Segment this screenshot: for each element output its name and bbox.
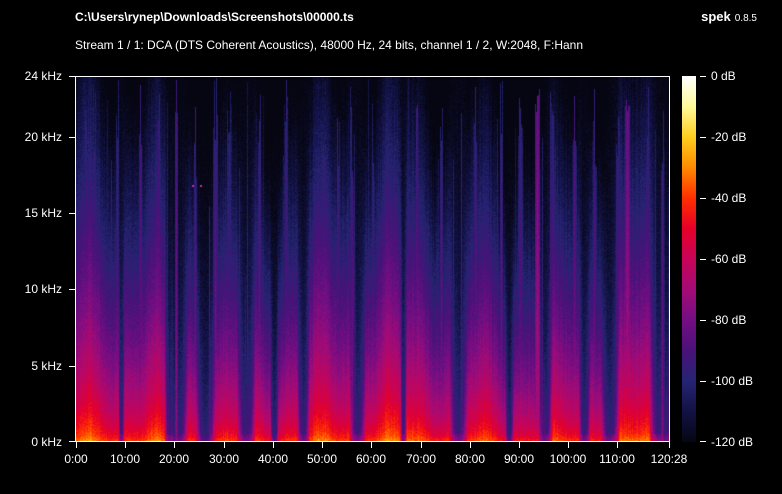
- db-tick-label: -80 dB: [711, 313, 747, 327]
- stream-info: Stream 1 / 1: DCA (DTS Coherent Acoustic…: [75, 38, 584, 52]
- y-tick-label: 20 kHz: [24, 130, 62, 144]
- db-tick: [700, 381, 706, 382]
- y-tick: [69, 76, 75, 77]
- x-tick: [519, 442, 520, 448]
- spek-window: C:\Users\rynep\Downloads\Screenshots\000…: [0, 0, 782, 494]
- spectrogram-plot: [75, 76, 670, 442]
- x-tick: [669, 442, 670, 448]
- x-tick: [322, 442, 323, 448]
- y-tick-label: 24 kHz: [24, 69, 62, 83]
- y-tick: [69, 213, 75, 214]
- db-tick-label: -120 dB: [711, 435, 754, 449]
- y-tick-label: 0 kHz: [31, 435, 62, 449]
- file-path-title: C:\Users\rynep\Downloads\Screenshots\000…: [75, 10, 354, 24]
- db-tick: [700, 259, 706, 260]
- x-tick: [125, 442, 126, 448]
- app-name: spek: [701, 9, 731, 24]
- x-tick: [421, 442, 422, 448]
- db-tick-label: -20 dB: [711, 130, 747, 144]
- db-tick-label: -100 dB: [711, 374, 754, 388]
- x-tick: [371, 442, 372, 448]
- x-tick-label: 120:28: [650, 452, 688, 466]
- x-tick: [273, 442, 274, 448]
- x-tick: [224, 442, 225, 448]
- y-tick: [69, 137, 75, 138]
- x-tick: [470, 442, 471, 448]
- db-tick-label: 0 dB: [711, 69, 736, 83]
- db-tick: [700, 76, 706, 77]
- y-tick: [69, 441, 75, 442]
- y-tick: [69, 366, 75, 367]
- y-tick: [69, 289, 75, 290]
- y-tick-label: 5 kHz: [31, 359, 62, 373]
- db-tick: [700, 441, 706, 442]
- db-tick: [700, 198, 706, 199]
- db-tick: [700, 320, 706, 321]
- db-tick-label: -60 dB: [711, 252, 747, 266]
- db-tick-label: -40 dB: [711, 191, 747, 205]
- y-tick-label: 15 kHz: [24, 206, 62, 220]
- x-tick: [174, 442, 175, 448]
- y-tick-label: 10 kHz: [24, 282, 62, 296]
- x-tick: [617, 442, 618, 448]
- db-colorbar: [682, 76, 696, 442]
- spectrogram-canvas: [76, 77, 669, 441]
- x-tick: [76, 442, 77, 448]
- x-tick: [568, 442, 569, 448]
- db-tick: [700, 137, 706, 138]
- app-brand: spek 0.8.5: [701, 9, 757, 24]
- app-version: 0.8.5: [734, 13, 757, 24]
